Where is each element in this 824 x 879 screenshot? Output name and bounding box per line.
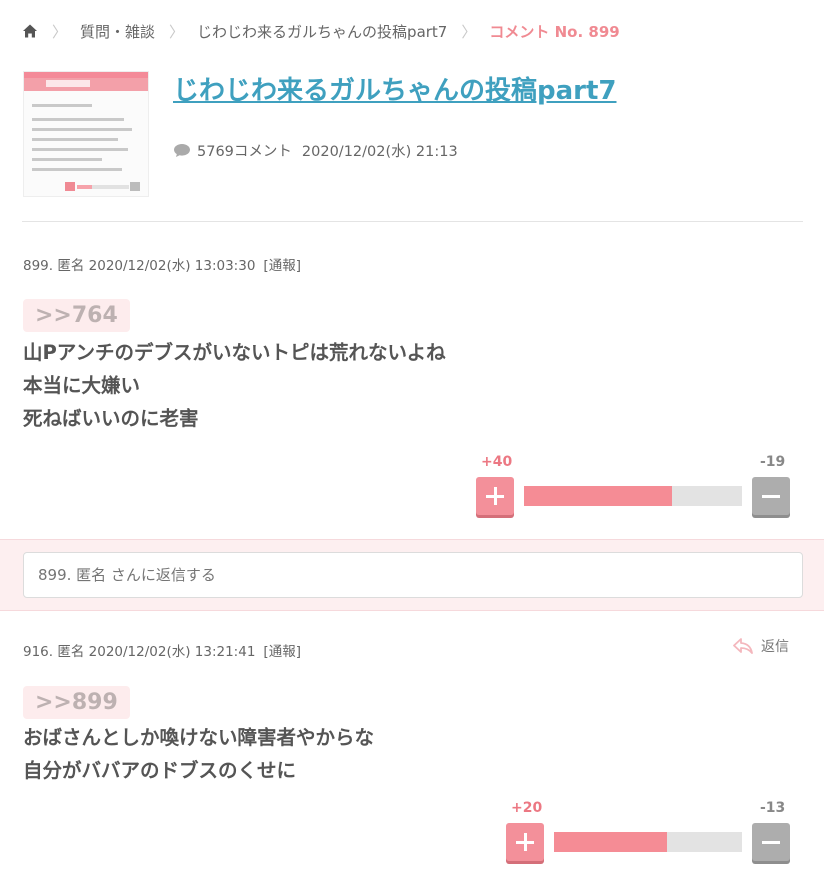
plus-count: +40	[481, 454, 513, 470]
reply-button[interactable]: 返信	[733, 636, 789, 656]
reply-arrow-icon	[733, 638, 753, 654]
topic-meta: 5769コメント 2020/12/02(水) 21:13	[173, 140, 458, 161]
reply-label: 返信	[761, 639, 789, 655]
comment-meta: 899. 匿名 2020/12/02(水) 13:03:30 [通報]	[23, 254, 301, 274]
breadcrumb-current: コメント No. 899	[489, 22, 620, 41]
vote-ratio-bar	[524, 486, 742, 506]
topic-comment-count: 5769コメント	[197, 144, 292, 160]
comment-bubble-icon	[173, 143, 191, 158]
plus-count: +20	[511, 800, 543, 816]
comment-meta: 916. 匿名 2020/12/02(水) 13:21:41 [通報]	[23, 640, 301, 660]
home-icon[interactable]	[22, 23, 38, 39]
comment-line: 本当に大嫌い	[23, 374, 141, 397]
plus-vote-button[interactable]	[476, 477, 514, 515]
plus-vote-button[interactable]	[506, 823, 544, 861]
comment-number-date: 916. 匿名 2020/12/02(水) 13:21:41	[23, 644, 256, 660]
comment-body: 山Pアンチのデブスがいないトピは荒れないよね 本当に大嫌い 死ねばいいのに老害	[23, 336, 446, 435]
report-link[interactable]: [通報]	[263, 258, 301, 274]
anchor-link[interactable]: >>764	[23, 299, 130, 332]
chevron-right-icon: 〉	[169, 22, 185, 41]
divider	[22, 221, 803, 222]
reply-input[interactable]	[23, 552, 803, 598]
minus-vote-button[interactable]	[752, 477, 790, 515]
minus-vote-button[interactable]	[752, 823, 790, 861]
topic-date: 2020/12/02(水) 21:13	[301, 144, 458, 160]
chevron-right-icon: 〉	[52, 22, 68, 41]
comment-line: おばさんとしか喚けない障害者やからな	[23, 726, 375, 749]
topic-thumbnail[interactable]	[23, 71, 149, 197]
reply-box-area	[0, 539, 824, 611]
minus-count: -19	[760, 454, 786, 470]
vote-ratio-bar	[554, 832, 742, 852]
comment-line: 自分がババアのドブスのくせに	[23, 759, 297, 782]
comment-line: 死ねばいいのに老害	[23, 407, 199, 430]
chevron-right-icon: 〉	[461, 22, 477, 41]
comment-number-date: 899. 匿名 2020/12/02(水) 13:03:30	[23, 258, 256, 274]
breadcrumb-topic[interactable]: じわじわ来るガルちゃんの投稿part7	[197, 21, 447, 42]
anchor-link[interactable]: >>899	[23, 686, 130, 719]
topic-title-link[interactable]: じわじわ来るガルちゃんの投稿part7	[173, 70, 617, 107]
comment-line: 山Pアンチのデブスがいないトピは荒れないよね	[23, 341, 446, 364]
report-link[interactable]: [通報]	[263, 644, 301, 660]
minus-count: -13	[760, 800, 786, 816]
comment-body: おばさんとしか喚けない障害者やからな 自分がババアのドブスのくせに	[23, 721, 374, 787]
breadcrumb-category[interactable]: 質問・雑談	[80, 21, 155, 42]
breadcrumb: 〉 質問・雑談 〉 じわじわ来るガルちゃんの投稿part7 〉 コメント No.…	[22, 19, 620, 43]
